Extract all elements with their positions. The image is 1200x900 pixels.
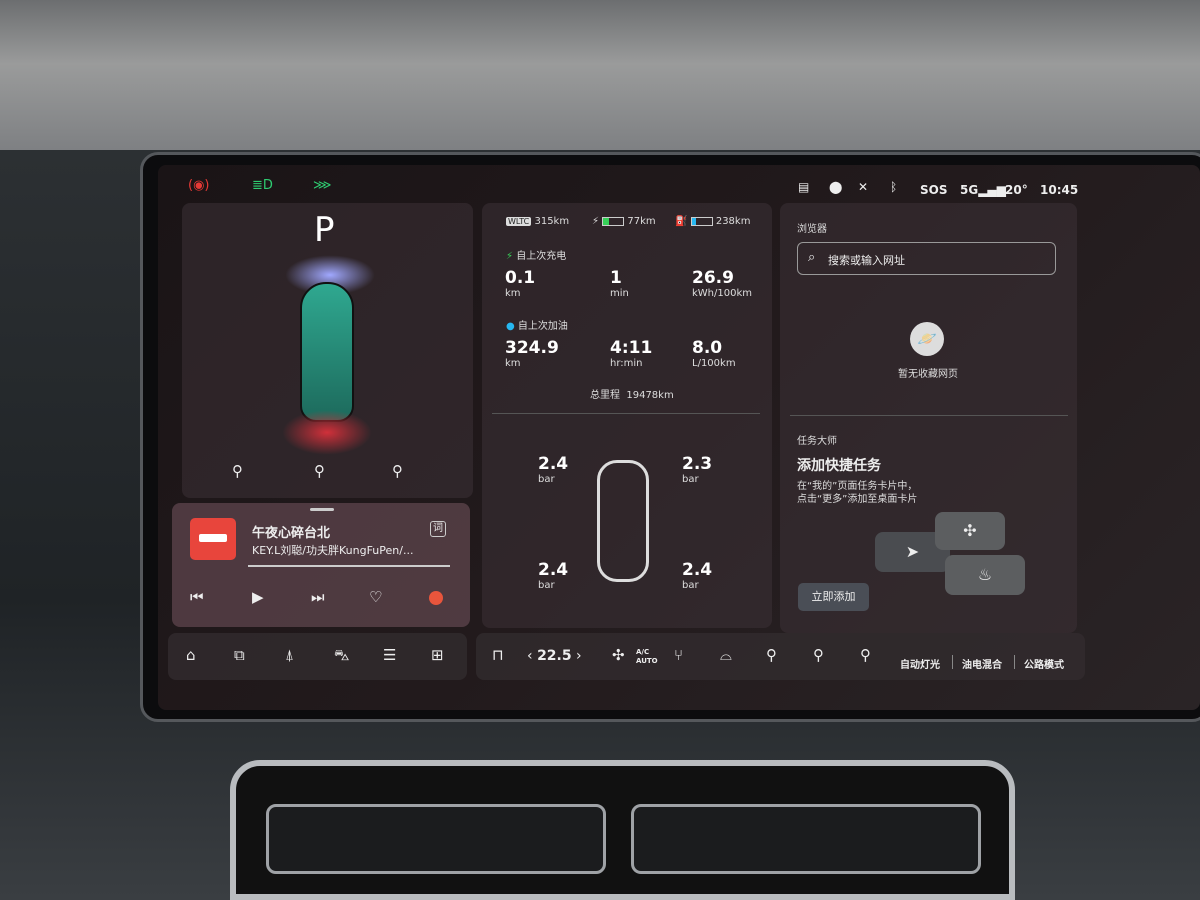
ac-auto-label[interactable]: A/C AUTO <box>636 648 658 666</box>
trunk-icon[interactable]: ⚲ <box>314 462 325 480</box>
grid-icon[interactable]: ⊞ <box>431 646 444 664</box>
song-artist: KEY.L刘聪/功夫胖KungFuPen/... <box>252 544 414 557</box>
battery-icon: ▤ <box>798 180 810 194</box>
network-status: 5G▂▄▆ <box>960 183 1006 197</box>
divider <box>952 655 953 669</box>
mute-icon: ✕ <box>858 180 869 194</box>
range-total: WLTC 315km <box>506 216 569 227</box>
range-electric-value: 77km <box>627 216 656 227</box>
browser-planet-icon: 🪐 <box>910 322 944 356</box>
refuel-time: 4:11 hr:min <box>610 338 653 369</box>
tire-car-outline <box>597 460 649 582</box>
lock-icon[interactable]: ⊓ <box>492 646 504 664</box>
divider <box>790 415 1068 416</box>
wltc-badge: WLTC <box>506 217 532 226</box>
electric-level-bar <box>603 217 610 225</box>
divider <box>1014 655 1015 669</box>
location-icon: ⬤ <box>829 180 843 194</box>
range-fuel: ⛽ 238km <box>675 216 751 227</box>
tire-front-left: 2.4 bar <box>538 454 569 485</box>
range-total-value: 315km <box>534 216 570 227</box>
gear-indicator: P <box>314 210 335 250</box>
parking-brake-icon: (◉) <box>188 178 210 193</box>
fan-icon[interactable]: ✣ <box>612 646 625 664</box>
road-mode-button[interactable]: 公路模式 <box>1024 656 1064 671</box>
charge-port-icon[interactable]: ⚲ <box>860 646 871 664</box>
task-line-2: 点击“更多”添加至桌面卡片 <box>797 494 918 505</box>
navigation-icon[interactable]: ⍋ <box>285 646 294 664</box>
odometer: 总里程 19478km <box>590 390 674 401</box>
car-top-view <box>300 282 354 422</box>
drag-handle[interactable] <box>310 508 334 511</box>
network-label: 5G <box>960 183 979 197</box>
charge-distance: 0.1 km <box>505 268 536 299</box>
home-icon[interactable]: ⌂ <box>186 646 196 664</box>
charge-time: 1 min <box>610 268 629 299</box>
bluetooth-icon: ᛒ <box>890 180 898 194</box>
position-light-icon: ⋙ <box>313 178 332 193</box>
seat-tile-icon: ♨ <box>945 555 1025 595</box>
next-icon[interactable]: ⏭ <box>311 588 325 606</box>
album-art <box>190 518 236 560</box>
music-source-icon[interactable] <box>429 591 443 605</box>
tire-front-right: 2.3 bar <box>682 454 713 485</box>
browser-title: 浏览器 <box>797 224 827 235</box>
charge-consumption: 26.9 kWh/100km <box>692 268 753 299</box>
temperature-value: 22.5 <box>537 648 572 664</box>
range-electric: ⚡ 77km <box>592 216 656 227</box>
hybrid-mode-button[interactable]: 油电混合 <box>962 656 1002 671</box>
defrost-icon[interactable]: ⌓ <box>720 646 732 664</box>
since-refuel-label: ● 自上次加油 <box>506 321 568 332</box>
task-title: 任务大师 <box>797 436 837 447</box>
since-charge-label: ⚡ 自上次充电 <box>506 251 567 262</box>
auto-light-button[interactable]: 自动灯光 <box>900 656 940 671</box>
no-bookmarks: 暂无收藏网页 <box>898 369 958 380</box>
song-title: 午夜心碎台北 <box>252 526 331 541</box>
car-icon[interactable]: ⛍ <box>334 646 349 666</box>
fan-tile-icon: ✣ <box>935 512 1005 550</box>
seat-heat-icon[interactable]: ⑂ <box>674 646 683 664</box>
drop-icon: ● <box>506 321 515 332</box>
previous-icon[interactable]: ⏮ <box>190 588 204 606</box>
rear-glow <box>282 410 372 455</box>
media-icon[interactable]: ☰ <box>383 646 396 664</box>
dock-left <box>168 633 467 680</box>
trunk-icon[interactable]: ⚲ <box>813 646 824 664</box>
sos-label[interactable]: SOS <box>920 183 948 197</box>
bolt-icon: ⚡ <box>506 251 514 262</box>
temperature-control[interactable]: ‹ 22.5 › <box>527 648 582 664</box>
air-vent <box>230 760 1015 900</box>
divider <box>492 413 760 414</box>
lyrics-button[interactable]: 词 <box>430 521 446 537</box>
tire-rear-left: 2.4 bar <box>538 560 569 591</box>
browser-search-input[interactable]: ⌕ 搜索或输入网址 <box>797 242 1056 275</box>
headlight-icon: ≣D <box>252 178 273 193</box>
door-icon[interactable]: ⚲ <box>232 462 243 480</box>
door-icon[interactable]: ⚲ <box>766 646 777 664</box>
apps-icon[interactable]: ⧉ <box>234 646 245 664</box>
add-now-button[interactable]: 立即添加 <box>798 583 869 611</box>
signal-icon: ▂▄▆ <box>978 183 1006 197</box>
tire-rear-right: 2.4 bar <box>682 560 713 591</box>
play-icon[interactable]: ▶ <box>252 588 264 606</box>
fuel-level-bar <box>691 217 696 225</box>
progress-bar[interactable] <box>248 565 450 567</box>
task-heading: 添加快捷任务 <box>797 458 881 474</box>
background-showroom <box>0 0 1200 160</box>
search-icon: ⌕ <box>808 250 816 265</box>
charge-port-icon[interactable]: ⚲ <box>392 462 403 480</box>
favorite-icon[interactable]: ♡ <box>369 588 382 606</box>
range-fuel-value: 238km <box>715 216 751 227</box>
refuel-distance: 324.9 km <box>505 338 559 369</box>
clock: 10:45 <box>1040 183 1079 197</box>
temperature: 20° <box>1005 183 1028 197</box>
refuel-consumption: 8.0 L/100km <box>692 338 736 369</box>
